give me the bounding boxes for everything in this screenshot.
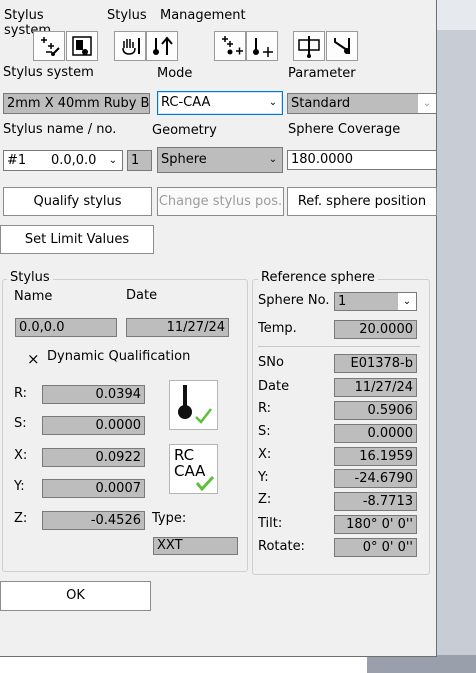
stylus-system-label: Stylus system <box>3 65 94 80</box>
probe-calibrate-button[interactable] <box>33 31 65 61</box>
mode-value: RC-CAA <box>161 95 211 110</box>
sphere-coverage-label: Sphere Coverage <box>288 122 401 137</box>
stylus-date-caption: Date <box>126 288 158 303</box>
ref-x-label: X: <box>258 447 272 462</box>
temp-value: 20.0000 <box>334 320 417 339</box>
ref-z-value: -8.7713 <box>334 492 417 511</box>
stylus-number-field: 1 <box>127 150 152 171</box>
dynamic-qualification-label: Dynamic Qualification <box>47 349 191 364</box>
ref-tilt-label: Tilt: <box>258 516 283 531</box>
chevron-down-icon: ⌄ <box>418 94 436 113</box>
set-limit-values-button[interactable]: Set Limit Values <box>0 225 154 254</box>
stylus-dialog: Stylus system Stylus Management Stylus s… <box>0 0 437 657</box>
ref-x-value: 16.1959 <box>334 447 417 466</box>
stylus-z-label: Z: <box>14 511 28 526</box>
hand-probe-button[interactable] <box>114 31 146 61</box>
ref-y-value: -24.6790 <box>334 469 417 488</box>
ref-tilt-value: 180° 0' 0'' <box>334 515 417 534</box>
sphere-no-select[interactable]: 1 ⌄ <box>334 292 417 311</box>
sphere-no-label: Sphere No. <box>258 293 330 308</box>
stylus-name-value: #1 0.0,0.0 <box>7 153 97 168</box>
stylus-x-label: X: <box>14 448 28 463</box>
stylus-y-value: 0.0007 <box>42 479 145 498</box>
stylus-name-label: Stylus name / no. <box>3 122 117 137</box>
stylus-add-button[interactable] <box>246 31 278 61</box>
geometry-label: Geometry <box>152 123 217 138</box>
stylus-name-value-field: 0.0,0.0 <box>15 318 117 337</box>
stylus-x-value: 0.0922 <box>42 448 145 467</box>
stylus-add-icon <box>253 38 273 57</box>
stylus-bend-icon <box>334 38 350 54</box>
ref-z-label: Z: <box>258 492 272 507</box>
ref-r-label: R: <box>258 401 272 416</box>
ref-rotate-value: 0° 0' 0'' <box>334 538 417 557</box>
menu-management[interactable]: Management <box>160 8 246 23</box>
parameter-select[interactable]: Standard ⌄ <box>287 93 437 114</box>
probe-add-button[interactable] <box>214 31 246 61</box>
chevron-down-icon: ⌄ <box>108 155 118 166</box>
ref-date-value: 11/27/24 <box>334 378 417 397</box>
parameter-value: Standard <box>291 96 351 111</box>
geometry-select[interactable]: Sphere ⌄ <box>157 147 283 173</box>
ref-sno-label: SNo <box>258 355 284 370</box>
stylus-r-label: R: <box>14 386 28 401</box>
stylus-bend-button[interactable] <box>326 31 358 61</box>
probe-add-icon <box>222 36 243 55</box>
change-stylus-pos-button[interactable]: Change stylus pos. <box>157 187 284 216</box>
mode-label: Mode <box>157 66 193 81</box>
stylus-name-caption: Name <box>14 289 53 304</box>
stylus-list-button[interactable] <box>66 31 98 61</box>
qualify-stylus-button[interactable]: Qualify stylus <box>3 187 152 216</box>
ref-rotate-label: Rotate: <box>258 539 305 554</box>
probe-change-button[interactable] <box>293 31 325 61</box>
ref-date-label: Date <box>258 379 290 394</box>
stylus-s-label: S: <box>14 416 27 431</box>
desktop-background <box>367 0 476 673</box>
probe-up-icon <box>153 36 173 55</box>
stylus-name-select[interactable]: #1 0.0,0.0 ⌄ <box>3 150 123 171</box>
ref-s-label: S: <box>258 424 271 439</box>
stylus-s-value: 0.0000 <box>42 416 145 435</box>
rc-caa-icon: RC CAA <box>169 444 218 494</box>
sphere-coverage-input[interactable]: 180.0000 <box>287 150 437 170</box>
stylus-list-icon <box>72 36 92 56</box>
ok-button[interactable]: OK <box>0 581 151 611</box>
reference-separator <box>258 346 420 347</box>
stylus-group-title: Stylus <box>7 270 53 285</box>
ref-s-value: 0.0000 <box>334 424 417 443</box>
geometry-value: Sphere <box>161 152 207 167</box>
type-value: XXT <box>153 537 238 555</box>
reference-sphere-title: Reference sphere <box>258 270 378 285</box>
type-label: Type: <box>152 511 187 526</box>
probe-up-button[interactable] <box>146 31 178 61</box>
dynamic-qualification-checkmark-icon[interactable]: × <box>27 350 40 368</box>
stylus-date-field: 11/27/24 <box>126 318 229 337</box>
probe-change-icon <box>298 36 320 58</box>
stylus-system-field[interactable]: 2mm X 40mm Ruby Ba <box>3 93 150 114</box>
chevron-down-icon: ⌄ <box>268 154 278 165</box>
ref-y-label: Y: <box>258 470 269 485</box>
ref-sno-value: E01378-b <box>334 354 417 373</box>
stylus-z-value: -0.4526 <box>42 511 145 530</box>
chevron-down-icon: ⌄ <box>268 97 278 108</box>
probe-calibrate-icon <box>41 37 60 56</box>
green-check-icon <box>195 475 215 492</box>
chevron-down-icon: ⌄ <box>398 293 416 310</box>
hand-probe-icon <box>122 38 140 55</box>
ref-sphere-position-button[interactable]: Ref. sphere position <box>287 187 437 216</box>
menu-stylus[interactable]: Stylus <box>107 8 147 23</box>
stylus-qualified-icon <box>169 380 218 430</box>
sphere-no-value: 1 <box>338 294 347 309</box>
parameter-label: Parameter <box>288 66 356 81</box>
stylus-r-value: 0.0394 <box>42 385 145 404</box>
ref-r-value: 0.5906 <box>334 401 417 420</box>
stylus-y-label: Y: <box>14 479 25 494</box>
mode-select[interactable]: RC-CAA ⌄ <box>157 91 283 115</box>
temp-label: Temp. <box>258 321 297 336</box>
